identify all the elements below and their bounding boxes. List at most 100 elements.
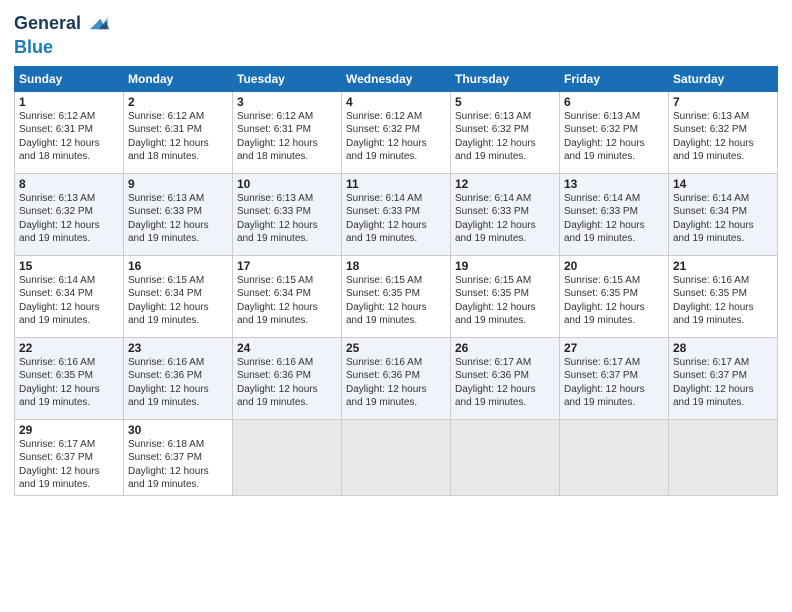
calendar-cell: 2 Sunrise: 6:12 AMSunset: 6:31 PMDayligh… — [124, 91, 233, 173]
cell-info: Sunrise: 6:14 AMSunset: 6:33 PMDaylight:… — [564, 192, 664, 246]
calendar-cell: 20 Sunrise: 6:15 AMSunset: 6:35 PMDaylig… — [560, 255, 669, 337]
header: General Blue — [14, 10, 778, 58]
calendar-cell: 10 Sunrise: 6:13 AMSunset: 6:33 PMDaylig… — [233, 173, 342, 255]
cell-info: Sunrise: 6:13 AMSunset: 6:33 PMDaylight:… — [128, 192, 228, 246]
cell-info: Sunrise: 6:15 AMSunset: 6:35 PMDaylight:… — [346, 274, 446, 328]
weekday-header: Thursday — [451, 66, 560, 91]
cell-info: Sunrise: 6:17 AMSunset: 6:37 PMDaylight:… — [673, 356, 773, 410]
cell-info: Sunrise: 6:16 AMSunset: 6:36 PMDaylight:… — [128, 356, 228, 410]
day-number: 4 — [346, 95, 446, 109]
cell-info: Sunrise: 6:16 AMSunset: 6:36 PMDaylight:… — [346, 356, 446, 410]
day-number: 5 — [455, 95, 555, 109]
cell-info: Sunrise: 6:13 AMSunset: 6:32 PMDaylight:… — [19, 192, 119, 246]
calendar-cell: 17 Sunrise: 6:15 AMSunset: 6:34 PMDaylig… — [233, 255, 342, 337]
day-number: 26 — [455, 341, 555, 355]
cell-info: Sunrise: 6:13 AMSunset: 6:32 PMDaylight:… — [455, 110, 555, 164]
day-number: 29 — [19, 423, 119, 437]
calendar-cell: 1 Sunrise: 6:12 AMSunset: 6:31 PMDayligh… — [15, 91, 124, 173]
day-number: 12 — [455, 177, 555, 191]
day-number: 23 — [128, 341, 228, 355]
calendar-cell: 13 Sunrise: 6:14 AMSunset: 6:33 PMDaylig… — [560, 173, 669, 255]
cell-info: Sunrise: 6:17 AMSunset: 6:36 PMDaylight:… — [455, 356, 555, 410]
weekday-header: Sunday — [15, 66, 124, 91]
cell-info: Sunrise: 6:15 AMSunset: 6:34 PMDaylight:… — [128, 274, 228, 328]
day-number: 3 — [237, 95, 337, 109]
day-number: 15 — [19, 259, 119, 273]
calendar-cell: 29 Sunrise: 6:17 AMSunset: 6:37 PMDaylig… — [15, 419, 124, 495]
calendar-body: 1 Sunrise: 6:12 AMSunset: 6:31 PMDayligh… — [15, 91, 778, 495]
day-number: 13 — [564, 177, 664, 191]
calendar-table: SundayMondayTuesdayWednesdayThursdayFrid… — [14, 66, 778, 496]
logo-icon — [83, 10, 111, 38]
day-number: 9 — [128, 177, 228, 191]
calendar-cell: 12 Sunrise: 6:14 AMSunset: 6:33 PMDaylig… — [451, 173, 560, 255]
cell-info: Sunrise: 6:17 AMSunset: 6:37 PMDaylight:… — [564, 356, 664, 410]
day-number: 27 — [564, 341, 664, 355]
cell-info: Sunrise: 6:14 AMSunset: 6:34 PMDaylight:… — [19, 274, 119, 328]
calendar-cell: 25 Sunrise: 6:16 AMSunset: 6:36 PMDaylig… — [342, 337, 451, 419]
calendar-header-row: SundayMondayTuesdayWednesdayThursdayFrid… — [15, 66, 778, 91]
calendar-cell: 18 Sunrise: 6:15 AMSunset: 6:35 PMDaylig… — [342, 255, 451, 337]
calendar-cell: 16 Sunrise: 6:15 AMSunset: 6:34 PMDaylig… — [124, 255, 233, 337]
cell-info: Sunrise: 6:15 AMSunset: 6:35 PMDaylight:… — [564, 274, 664, 328]
cell-info: Sunrise: 6:14 AMSunset: 6:33 PMDaylight:… — [455, 192, 555, 246]
cell-info: Sunrise: 6:16 AMSunset: 6:35 PMDaylight:… — [19, 356, 119, 410]
calendar-cell: 15 Sunrise: 6:14 AMSunset: 6:34 PMDaylig… — [15, 255, 124, 337]
day-number: 25 — [346, 341, 446, 355]
cell-info: Sunrise: 6:16 AMSunset: 6:36 PMDaylight:… — [237, 356, 337, 410]
cell-info: Sunrise: 6:12 AMSunset: 6:31 PMDaylight:… — [128, 110, 228, 164]
calendar-cell: 30 Sunrise: 6:18 AMSunset: 6:37 PMDaylig… — [124, 419, 233, 495]
cell-info: Sunrise: 6:12 AMSunset: 6:32 PMDaylight:… — [346, 110, 446, 164]
day-number: 2 — [128, 95, 228, 109]
day-number: 1 — [19, 95, 119, 109]
logo-text2: Blue — [14, 37, 53, 57]
calendar-cell: 28 Sunrise: 6:17 AMSunset: 6:37 PMDaylig… — [669, 337, 778, 419]
calendar-cell: 5 Sunrise: 6:13 AMSunset: 6:32 PMDayligh… — [451, 91, 560, 173]
cell-info: Sunrise: 6:15 AMSunset: 6:34 PMDaylight:… — [237, 274, 337, 328]
day-number: 6 — [564, 95, 664, 109]
weekday-header: Friday — [560, 66, 669, 91]
cell-info: Sunrise: 6:12 AMSunset: 6:31 PMDaylight:… — [237, 110, 337, 164]
cell-info: Sunrise: 6:14 AMSunset: 6:33 PMDaylight:… — [346, 192, 446, 246]
cell-info: Sunrise: 6:17 AMSunset: 6:37 PMDaylight:… — [19, 438, 119, 492]
day-number: 11 — [346, 177, 446, 191]
weekday-header: Saturday — [669, 66, 778, 91]
cell-info: Sunrise: 6:12 AMSunset: 6:31 PMDaylight:… — [19, 110, 119, 164]
calendar-cell: 21 Sunrise: 6:16 AMSunset: 6:35 PMDaylig… — [669, 255, 778, 337]
calendar-cell — [342, 419, 451, 495]
logo-text: General — [14, 14, 81, 34]
day-number: 17 — [237, 259, 337, 273]
day-number: 8 — [19, 177, 119, 191]
calendar-cell — [669, 419, 778, 495]
day-number: 19 — [455, 259, 555, 273]
calendar-cell — [560, 419, 669, 495]
calendar-cell: 23 Sunrise: 6:16 AMSunset: 6:36 PMDaylig… — [124, 337, 233, 419]
calendar-cell: 6 Sunrise: 6:13 AMSunset: 6:32 PMDayligh… — [560, 91, 669, 173]
calendar-cell: 8 Sunrise: 6:13 AMSunset: 6:32 PMDayligh… — [15, 173, 124, 255]
calendar-cell: 14 Sunrise: 6:14 AMSunset: 6:34 PMDaylig… — [669, 173, 778, 255]
calendar-cell: 11 Sunrise: 6:14 AMSunset: 6:33 PMDaylig… — [342, 173, 451, 255]
calendar-cell: 24 Sunrise: 6:16 AMSunset: 6:36 PMDaylig… — [233, 337, 342, 419]
cell-info: Sunrise: 6:13 AMSunset: 6:33 PMDaylight:… — [237, 192, 337, 246]
day-number: 16 — [128, 259, 228, 273]
day-number: 30 — [128, 423, 228, 437]
calendar-cell — [451, 419, 560, 495]
day-number: 18 — [346, 259, 446, 273]
day-number: 14 — [673, 177, 773, 191]
calendar-cell: 19 Sunrise: 6:15 AMSunset: 6:35 PMDaylig… — [451, 255, 560, 337]
calendar-cell: 7 Sunrise: 6:13 AMSunset: 6:32 PMDayligh… — [669, 91, 778, 173]
cell-info: Sunrise: 6:15 AMSunset: 6:35 PMDaylight:… — [455, 274, 555, 328]
calendar-cell: 9 Sunrise: 6:13 AMSunset: 6:33 PMDayligh… — [124, 173, 233, 255]
day-number: 21 — [673, 259, 773, 273]
cell-info: Sunrise: 6:18 AMSunset: 6:37 PMDaylight:… — [128, 438, 228, 492]
weekday-header: Wednesday — [342, 66, 451, 91]
day-number: 7 — [673, 95, 773, 109]
day-number: 28 — [673, 341, 773, 355]
day-number: 20 — [564, 259, 664, 273]
weekday-header: Tuesday — [233, 66, 342, 91]
calendar-cell: 22 Sunrise: 6:16 AMSunset: 6:35 PMDaylig… — [15, 337, 124, 419]
cell-info: Sunrise: 6:14 AMSunset: 6:34 PMDaylight:… — [673, 192, 773, 246]
page: General Blue SundayMondayTuesdayWednesda… — [0, 0, 792, 612]
calendar-cell — [233, 419, 342, 495]
calendar-cell: 3 Sunrise: 6:12 AMSunset: 6:31 PMDayligh… — [233, 91, 342, 173]
